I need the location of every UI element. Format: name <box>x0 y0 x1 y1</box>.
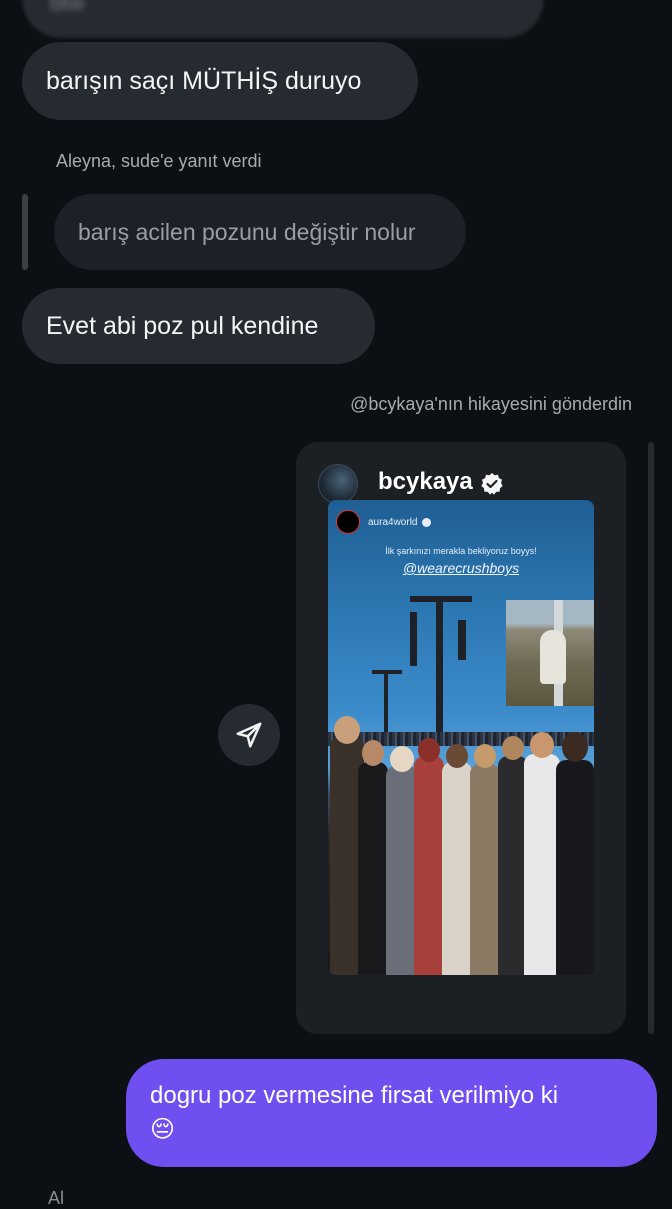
person-head <box>418 738 440 762</box>
scrollbar[interactable] <box>648 442 654 1034</box>
message-bubble-pose[interactable]: Evet abi poz pul kendine <box>22 288 375 364</box>
story-author-avatar[interactable] <box>318 464 358 504</box>
story-inner-header: aura4world <box>336 510 432 534</box>
speaker-array-right <box>458 620 466 660</box>
story-image[interactable]: aura4world İlk şarkınızı merakla bekliyo… <box>328 500 594 975</box>
person-head <box>390 746 414 772</box>
story-mention-tag: @wearecrushboys <box>402 560 520 576</box>
inset-child <box>540 630 566 684</box>
message-bubble-hair[interactable]: barışın saçı MÜTHİŞ duruyo <box>22 42 418 120</box>
message-text: barışın saçı MÜTHİŞ duruyo <box>46 66 362 95</box>
person-head <box>530 732 554 758</box>
person-figure <box>414 756 444 975</box>
person-head <box>562 732 588 762</box>
my-message-text: dogru poz vermesine firsat verilmiyo ki <box>150 1082 559 1109</box>
person-head <box>502 736 524 760</box>
stage-truss-tower <box>436 600 443 740</box>
person-head <box>334 716 360 744</box>
message-text: Evet abi poz pul kendine <box>46 311 319 340</box>
shared-story-card[interactable]: bcykaya aura4world İlk şarkınızı merakla… <box>296 442 626 1034</box>
person-head <box>362 740 384 766</box>
person-figure <box>470 764 500 975</box>
share-button[interactable] <box>218 704 280 766</box>
sad-face-emoji: 😔 <box>150 1116 176 1143</box>
person-figure <box>358 762 388 975</box>
person-figure <box>524 754 560 975</box>
reply-quote-text: barış acilen pozunu değiştir nolur <box>78 218 416 245</box>
person-figure <box>442 762 472 975</box>
blurred-message[interactable]: btw <box>22 0 544 38</box>
story-inset-photo <box>506 600 594 706</box>
story-inner-avatar <box>336 510 360 534</box>
my-message-bubble[interactable]: dogru poz vermesine firsat verilmiyo ki … <box>126 1059 657 1167</box>
send-icon <box>236 722 262 748</box>
story-inner-verified-icon <box>422 517 432 527</box>
reply-meta: Aleyna, sude'e yanıt verdi <box>56 151 262 171</box>
person-figure <box>556 760 594 975</box>
person-head <box>474 744 496 768</box>
speaker-array-left <box>410 612 417 666</box>
next-message-peek: Al <box>48 1188 65 1208</box>
blurred-message-text: btw <box>50 0 85 15</box>
reply-indicator-bar <box>22 194 28 270</box>
replied-message-quote[interactable]: barış acilen pozunu değiştir nolur <box>54 194 466 270</box>
verified-badge-icon <box>481 473 503 495</box>
story-caption: İlk şarkınızı merakla bekliyoruz boyys! <box>385 546 537 556</box>
person-head <box>446 744 468 768</box>
story-inner-username: aura4world <box>368 516 418 528</box>
story-author-username[interactable]: bcykaya <box>378 468 473 496</box>
shared-story-meta: @bcykaya'nın hikayesini gönderdin <box>350 394 632 414</box>
